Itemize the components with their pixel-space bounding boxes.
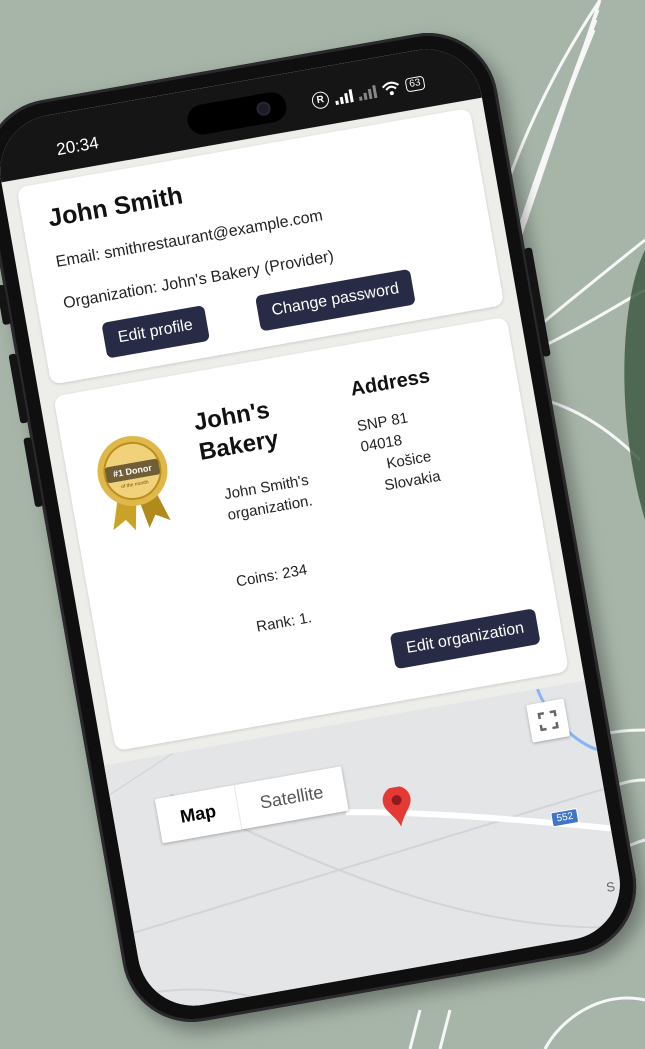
donor-badge: #1 Donor of the month	[90, 428, 180, 535]
profile-name: John Smith	[45, 181, 185, 233]
battery-icon: 63	[404, 74, 426, 93]
address-title: Address	[348, 365, 432, 401]
status-time: 20:34	[54, 133, 101, 160]
fullscreen-icon	[537, 709, 559, 732]
signal-secondary-icon	[357, 84, 378, 101]
edit-organization-button[interactable]: Edit organization	[389, 608, 541, 670]
wifi-icon	[381, 81, 399, 95]
registered-icon: R	[310, 90, 331, 111]
camera-icon	[255, 100, 272, 117]
organization-card: #1 Donor of the month John's Bakery John…	[53, 316, 569, 752]
status-icons: R 63	[310, 74, 426, 111]
change-password-button[interactable]: Change password	[254, 268, 416, 332]
edit-profile-button[interactable]: Edit profile	[101, 305, 210, 359]
medal-icon: #1 Donor of the month	[97, 435, 171, 531]
signal-icon	[333, 88, 354, 105]
organization-description: John Smith's organization.	[222, 471, 314, 524]
organization-name: John's Bakery	[191, 396, 281, 466]
fullscreen-button[interactable]	[526, 698, 571, 743]
camera-notch	[185, 89, 289, 137]
address-block: SNP 81 04018 Košice Slovakia	[355, 401, 458, 499]
organization-rank: Rank: 1.	[255, 609, 314, 636]
organization-coins: Coins: 234	[234, 561, 309, 591]
